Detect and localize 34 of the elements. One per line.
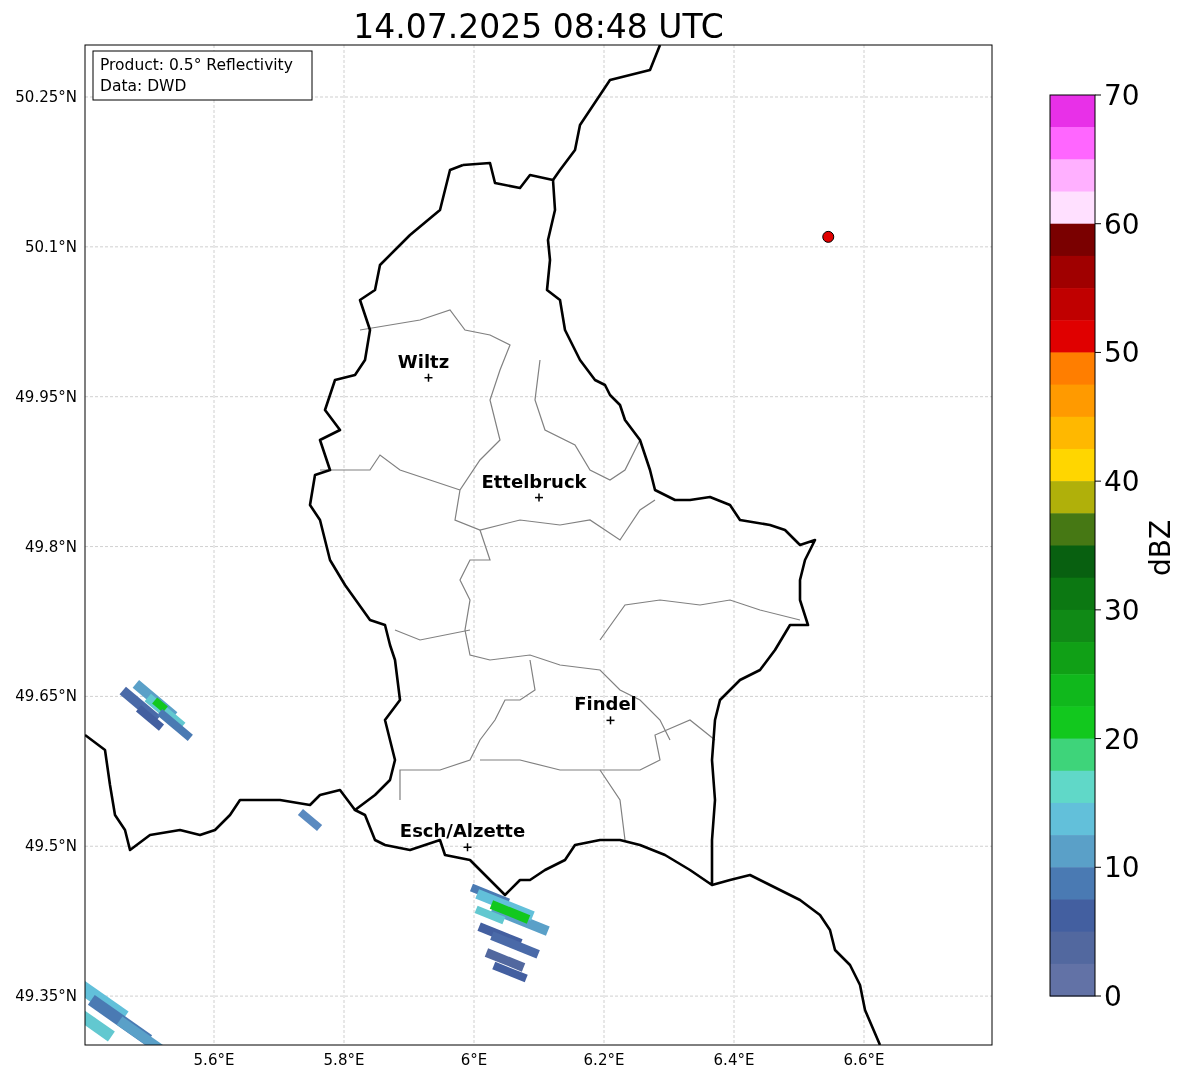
- city-marker-icon: [462, 842, 473, 852]
- y-tick-label: 50.1°N: [24, 237, 77, 256]
- y-tick-label: 49.65°N: [15, 687, 77, 706]
- colorbar-tick-label: 50: [1104, 336, 1140, 370]
- y-tick-label: 49.95°N: [15, 387, 77, 406]
- y-tick-label: 49.5°N: [24, 837, 77, 856]
- colorbar-tick-label: 20: [1104, 722, 1140, 756]
- y-tick-label: 49.8°N: [24, 537, 77, 556]
- x-tick-label: 6.6°E: [843, 1051, 885, 1069]
- x-tick-label: 6.4°E: [713, 1051, 755, 1069]
- chart-title: 14.07.2025 08:48 UTC: [353, 7, 724, 46]
- colorbar-label: dBZ: [1144, 519, 1177, 577]
- x-tick-label: 5.6°E: [193, 1051, 235, 1069]
- city-label: Wiltz: [397, 350, 450, 372]
- x-tick-label: 6.2°E: [583, 1051, 625, 1069]
- city-marker-icon: [423, 372, 434, 383]
- colorbar-tick-label: 60: [1104, 207, 1140, 241]
- y-tick-label: 49.35°N: [15, 987, 77, 1006]
- y-tick-label: 50.25°N: [15, 88, 77, 106]
- colorbar-tick-label: 30: [1104, 593, 1140, 627]
- x-tick-label: 6°E: [460, 1051, 488, 1069]
- city-label: Ettelbruck: [481, 470, 587, 492]
- city-label: Esch/Alzette: [399, 820, 526, 842]
- city-marker-icon: [534, 492, 544, 503]
- city-marker-icon: [605, 715, 616, 726]
- colorbar-tick-label: 10: [1104, 851, 1140, 885]
- colorbar-tick-label: 70: [1104, 79, 1140, 112]
- info-text: Product: 0.5° Reflectivity: [100, 56, 293, 74]
- city-label: Findel: [574, 693, 637, 715]
- info-text: Data: DWD: [100, 77, 187, 95]
- x-tick-label: 5.8°E: [323, 1051, 365, 1069]
- location-dot: [822, 230, 835, 243]
- colorbar-tick-label: 40: [1104, 465, 1140, 499]
- colorbar-tick-label: 0: [1104, 980, 1122, 1013]
